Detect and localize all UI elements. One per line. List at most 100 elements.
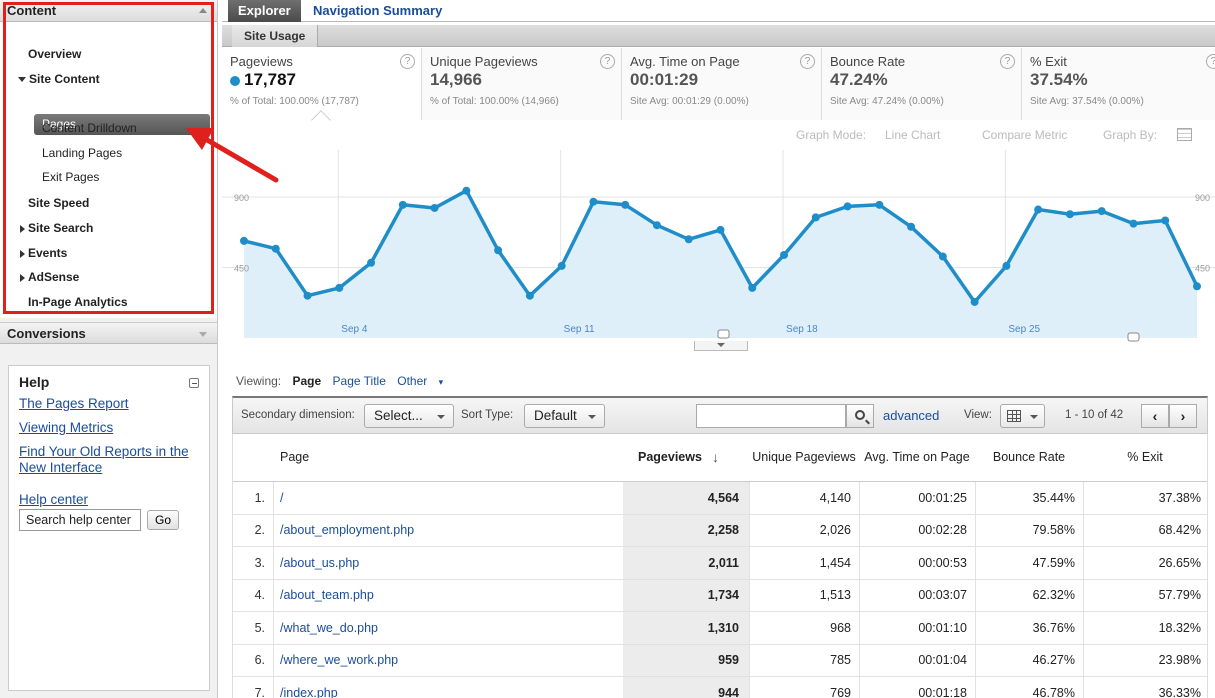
table-row[interactable]: 4. /about_team.php 1,734 1,513 00:03:07 62.32… bbox=[233, 579, 1207, 612]
view-page[interactable]: Page bbox=[292, 374, 321, 388]
next-page-button[interactable]: › bbox=[1169, 404, 1197, 428]
prev-page-button[interactable]: ‹ bbox=[1141, 404, 1169, 428]
content-section-header[interactable]: Content bbox=[0, 0, 217, 22]
data-point[interactable] bbox=[716, 225, 725, 234]
col-page[interactable]: Page bbox=[280, 434, 309, 481]
nav-site-search[interactable]: Site Search bbox=[20, 218, 93, 238]
data-point[interactable] bbox=[1193, 282, 1201, 291]
page-link[interactable]: /about_us.php bbox=[280, 547, 359, 579]
help-link-viewing-metrics[interactable]: Viewing Metrics bbox=[19, 420, 199, 436]
col-avg-time[interactable]: Avg. Time on Page bbox=[859, 434, 975, 481]
data-point[interactable] bbox=[1129, 219, 1138, 228]
collapse-up-icon[interactable] bbox=[199, 8, 207, 13]
page-link[interactable]: /what_we_do.php bbox=[280, 612, 378, 644]
table-search-input[interactable] bbox=[696, 404, 846, 428]
metric-unique-pageviews[interactable]: Unique Pageviews 14,966 % of Total: 100.… bbox=[422, 48, 622, 120]
help-question-icon[interactable]: ? bbox=[600, 54, 615, 69]
nav-adsense[interactable]: AdSense bbox=[20, 267, 79, 287]
table-row[interactable]: 6. /where_we_work.php 959 785 00:01:04 46.27%… bbox=[233, 644, 1207, 677]
chart-collapse-handle[interactable] bbox=[694, 341, 748, 351]
col-pageviews[interactable]: Pageviews ↓ bbox=[638, 434, 719, 481]
data-point[interactable] bbox=[462, 186, 471, 195]
data-point[interactable] bbox=[652, 221, 661, 230]
tab-explorer[interactable]: Explorer bbox=[228, 0, 301, 22]
page-link[interactable]: /where_we_work.php bbox=[280, 645, 398, 677]
data-point[interactable] bbox=[684, 235, 693, 244]
nav-landing-pages[interactable]: Landing Pages bbox=[42, 143, 122, 163]
advanced-link[interactable]: advanced bbox=[883, 408, 939, 423]
page-link[interactable]: /about_team.php bbox=[280, 580, 374, 612]
sort-type-select[interactable]: Default bbox=[524, 404, 605, 428]
data-point[interactable] bbox=[970, 297, 979, 306]
metric-exit[interactable]: % Exit 37.54% Site Avg: 37.54% (0.00%) ? bbox=[1022, 48, 1215, 120]
nav-in-page-analytics[interactable]: In-Page Analytics bbox=[28, 292, 128, 312]
go-button[interactable]: Go bbox=[147, 510, 180, 530]
col-unique-pageviews[interactable]: Unique Pageviews bbox=[749, 434, 859, 481]
metric-bounce-rate[interactable]: Bounce Rate 47.24% Site Avg: 47.24% (0.0… bbox=[822, 48, 1022, 120]
help-question-icon[interactable]: ? bbox=[1206, 54, 1215, 69]
data-point[interactable] bbox=[907, 222, 916, 231]
help-link-old-reports[interactable]: Find Your Old Reports in the New Interfa… bbox=[19, 444, 199, 476]
data-point[interactable] bbox=[271, 244, 280, 253]
nav-content-drilldown[interactable]: Content Drilldown bbox=[42, 118, 137, 138]
table-row[interactable]: 1. / 4,564 4,140 00:01:25 35.44% 37.38% bbox=[233, 482, 1207, 515]
help-question-icon[interactable]: ? bbox=[800, 54, 815, 69]
data-point[interactable] bbox=[1065, 210, 1074, 219]
data-point[interactable] bbox=[335, 283, 344, 292]
data-point[interactable] bbox=[525, 291, 534, 300]
help-question-icon[interactable]: ? bbox=[1000, 54, 1015, 69]
expand-down-icon[interactable] bbox=[199, 332, 207, 337]
data-point[interactable] bbox=[875, 200, 884, 209]
table-row[interactable]: 5. /what_we_do.php 1,310 968 00:01:10 36.76% 1… bbox=[233, 612, 1207, 645]
col-bounce-rate[interactable]: Bounce Rate bbox=[975, 434, 1083, 481]
compare-metric-option[interactable]: Compare Metric bbox=[982, 128, 1067, 142]
metric-avg-time[interactable]: Avg. Time on Page 00:01:29 Site Avg: 00:… bbox=[622, 48, 822, 120]
help-center-link[interactable]: Help center bbox=[19, 492, 199, 507]
page-link[interactable]: / bbox=[280, 482, 283, 514]
view-other[interactable]: Other ▾ bbox=[397, 374, 451, 388]
data-point[interactable] bbox=[1034, 205, 1043, 214]
line-chart-option[interactable]: Line Chart bbox=[885, 128, 940, 142]
data-point[interactable] bbox=[780, 250, 789, 259]
nav-overview[interactable]: Overview bbox=[28, 44, 81, 64]
minimize-icon[interactable] bbox=[189, 378, 199, 388]
view-select[interactable] bbox=[1000, 404, 1045, 428]
annotation-marker-icon[interactable] bbox=[1127, 332, 1140, 342]
data-point[interactable] bbox=[557, 261, 566, 270]
data-point[interactable] bbox=[811, 213, 820, 222]
secondary-dimension-select[interactable]: Select... bbox=[364, 404, 454, 428]
nav-site-speed[interactable]: Site Speed bbox=[28, 193, 89, 213]
help-question-icon[interactable]: ? bbox=[400, 54, 415, 69]
data-point[interactable] bbox=[303, 291, 312, 300]
nav-exit-pages[interactable]: Exit Pages bbox=[42, 167, 99, 187]
data-point[interactable] bbox=[367, 258, 376, 267]
view-page-title[interactable]: Page Title bbox=[333, 374, 386, 388]
help-search-input[interactable] bbox=[19, 509, 141, 531]
help-link-pages-report[interactable]: The Pages Report bbox=[19, 396, 199, 412]
table-row[interactable]: 7. /index.php 944 769 00:01:18 46.78% 36.33% bbox=[233, 677, 1207, 698]
conversions-section-header[interactable]: Conversions bbox=[0, 322, 217, 344]
data-point[interactable] bbox=[494, 246, 503, 255]
col-exit[interactable]: % Exit bbox=[1083, 434, 1207, 481]
data-point[interactable] bbox=[589, 197, 598, 206]
nav-site-content[interactable]: Site Content bbox=[18, 69, 100, 89]
tab-navigation-summary[interactable]: Navigation Summary bbox=[313, 0, 442, 22]
data-point[interactable] bbox=[843, 202, 852, 211]
data-point[interactable] bbox=[1161, 216, 1170, 225]
page-link[interactable]: /index.php bbox=[280, 677, 338, 698]
subtab-site-usage[interactable]: Site Usage bbox=[232, 25, 319, 47]
data-point[interactable] bbox=[398, 200, 407, 209]
data-point[interactable] bbox=[1097, 207, 1106, 216]
data-point[interactable] bbox=[748, 283, 757, 292]
table-row[interactable]: 2. /about_employment.php 2,258 2,026 00:02:2… bbox=[233, 514, 1207, 547]
graph-by-icon[interactable] bbox=[1177, 128, 1192, 141]
annotation-marker-icon[interactable] bbox=[717, 329, 730, 339]
data-point[interactable] bbox=[938, 252, 947, 261]
page-link[interactable]: /about_employment.php bbox=[280, 515, 414, 547]
nav-events[interactable]: Events bbox=[20, 243, 67, 263]
metric-pageviews[interactable]: Pageviews 17,787 % of Total: 100.00% (17… bbox=[222, 48, 422, 120]
data-point[interactable] bbox=[240, 236, 248, 245]
data-point[interactable] bbox=[621, 200, 630, 209]
table-search-button[interactable] bbox=[846, 404, 874, 428]
data-point[interactable] bbox=[430, 203, 439, 212]
